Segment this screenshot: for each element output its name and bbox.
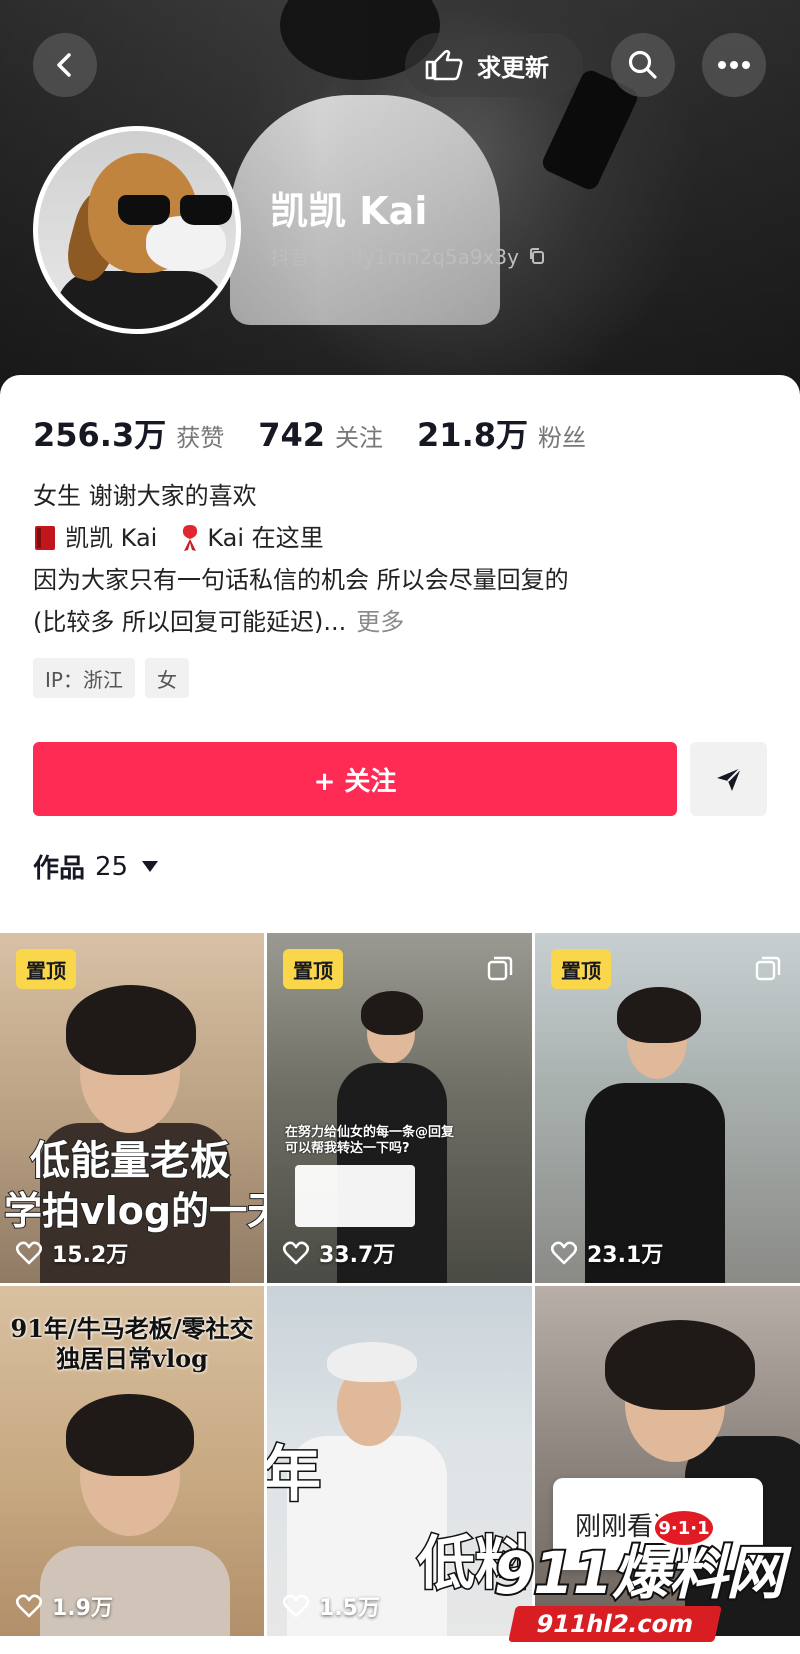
bio: 女生 谢谢大家的喜欢 凯凯 Kai Kai 在这里 因为大家只有一句话私信的机会… bbox=[33, 475, 569, 643]
avatar[interactable] bbox=[33, 126, 241, 334]
like-count: 23.1万 bbox=[551, 1237, 663, 1269]
bio-line: 因为大家只有一句话私信的机会 所以会尽量回复的 bbox=[33, 566, 569, 594]
multi-image-icon bbox=[487, 956, 513, 981]
sunglasses bbox=[118, 195, 236, 225]
stat-label: 关注 bbox=[335, 424, 384, 452]
pinned-badge: 置顶 bbox=[16, 949, 76, 989]
stat-likes[interactable]: 256.3万 获赞 bbox=[33, 410, 224, 456]
stat-value: 21.8万 bbox=[417, 416, 528, 454]
works-label: 作品 bbox=[33, 854, 86, 884]
bio-line: 女生 谢谢大家的喜欢 bbox=[33, 482, 257, 510]
caret-down-icon bbox=[142, 861, 159, 872]
book-icon bbox=[35, 526, 55, 550]
stat-value: 742 bbox=[258, 416, 326, 454]
like-count: 15.2万 bbox=[16, 1237, 128, 1269]
stat-followers[interactable]: 21.8万 粉丝 bbox=[417, 410, 586, 456]
works-tab[interactable]: 作品 25 bbox=[33, 848, 159, 885]
stat-following[interactable]: 742 关注 bbox=[258, 416, 383, 454]
heart-icon bbox=[16, 1241, 42, 1265]
video-caption: 91年/牛马老板/零社交 独居日常vlog bbox=[10, 1314, 254, 1373]
douyin-id-row[interactable]: 抖音号：dy1mn2q5a9x3y bbox=[270, 241, 547, 270]
heart-icon bbox=[16, 1594, 42, 1618]
pinned-badge: 置顶 bbox=[551, 949, 611, 989]
like-count: 1.5万 bbox=[283, 1590, 380, 1622]
profile-page: 求更新 凯凯 Kai 抖音号：dy1mn2q5a9x3y 256.3万 获赞 7… bbox=[0, 0, 800, 1654]
more-dots-icon bbox=[718, 61, 750, 69]
bio-line: (比较多 所以回复可能延迟)... 更多 bbox=[33, 601, 569, 643]
back-arrow-icon bbox=[57, 53, 71, 77]
send-icon bbox=[716, 767, 742, 791]
video-tile[interactable]: 91年/牛马老板/零社交 独居日常vlog 1.9万 bbox=[0, 1286, 264, 1636]
watermark-badge: 9·1·1 bbox=[652, 1508, 716, 1548]
bio-line: 凯凯 Kai Kai 在这里 bbox=[33, 517, 569, 559]
ip-tag: IP：浙江 bbox=[33, 658, 135, 698]
hand-point-icon bbox=[425, 49, 463, 81]
heart-icon bbox=[551, 1241, 577, 1265]
stat-label: 获赞 bbox=[176, 424, 225, 452]
multi-image-icon bbox=[755, 956, 781, 981]
video-caption: 年 bbox=[267, 1439, 323, 1512]
search-icon bbox=[628, 50, 657, 79]
tag-row: IP：浙江 女 bbox=[33, 658, 199, 698]
stat-label: 粉丝 bbox=[538, 424, 586, 452]
stat-value: 256.3万 bbox=[33, 416, 167, 454]
more-button[interactable] bbox=[702, 33, 766, 97]
back-button[interactable] bbox=[33, 33, 97, 97]
bio-book-text: 凯凯 Kai bbox=[65, 524, 158, 552]
search-button[interactable] bbox=[611, 33, 675, 97]
watermark-logo: 911爆料网 9·1·1 911hl2.com bbox=[480, 1498, 800, 1654]
bio-ribbon-text: Kai 在这里 bbox=[207, 524, 324, 552]
video-caption: 在努力给仙女的每一条@回复 可以帮我转达一下吗? bbox=[285, 1125, 455, 1156]
watermark-url: 911hl2.com bbox=[508, 1606, 722, 1642]
pinned-badge: 置顶 bbox=[283, 949, 343, 989]
bio-more-link[interactable]: 更多 bbox=[356, 601, 404, 643]
video-caption: 学拍vlog的一天 bbox=[3, 1188, 264, 1234]
bio-truncated-text: (比较多 所以回复可能延迟)... bbox=[33, 608, 347, 636]
works-count: 25 bbox=[95, 851, 129, 882]
video-tile[interactable]: 置顶 低能量老板 学拍vlog的一天 15.2万 bbox=[0, 933, 264, 1283]
video-tile[interactable]: 置顶 23.1万 bbox=[535, 933, 800, 1283]
watermark-text: 911爆料网 bbox=[492, 1537, 786, 1609]
gender-tag: 女 bbox=[144, 658, 189, 698]
share-button[interactable] bbox=[690, 742, 767, 816]
douyin-id: 抖音号：dy1mn2q5a9x3y bbox=[270, 245, 519, 269]
ribbon-icon bbox=[183, 525, 198, 551]
like-count: 33.7万 bbox=[283, 1237, 395, 1269]
video-caption: 低能量老板 bbox=[29, 1137, 231, 1185]
heart-icon bbox=[283, 1594, 309, 1618]
video-tile[interactable]: 置顶 在努力给仙女的每一条@回复 可以帮我转达一下吗? 33.7万 bbox=[267, 933, 532, 1283]
stats-row: 256.3万 获赞 742 关注 21.8万 粉丝 bbox=[33, 410, 620, 456]
request-update-button[interactable]: 求更新 bbox=[405, 33, 583, 97]
chat-screenshot bbox=[295, 1165, 415, 1227]
profile-name: 凯凯 Kai bbox=[270, 189, 428, 233]
request-update-label: 求更新 bbox=[477, 53, 549, 82]
copy-icon[interactable] bbox=[527, 246, 547, 266]
like-count: 1.9万 bbox=[16, 1590, 113, 1622]
heart-icon bbox=[283, 1241, 309, 1265]
follow-button[interactable]: + 关注 bbox=[33, 742, 677, 816]
